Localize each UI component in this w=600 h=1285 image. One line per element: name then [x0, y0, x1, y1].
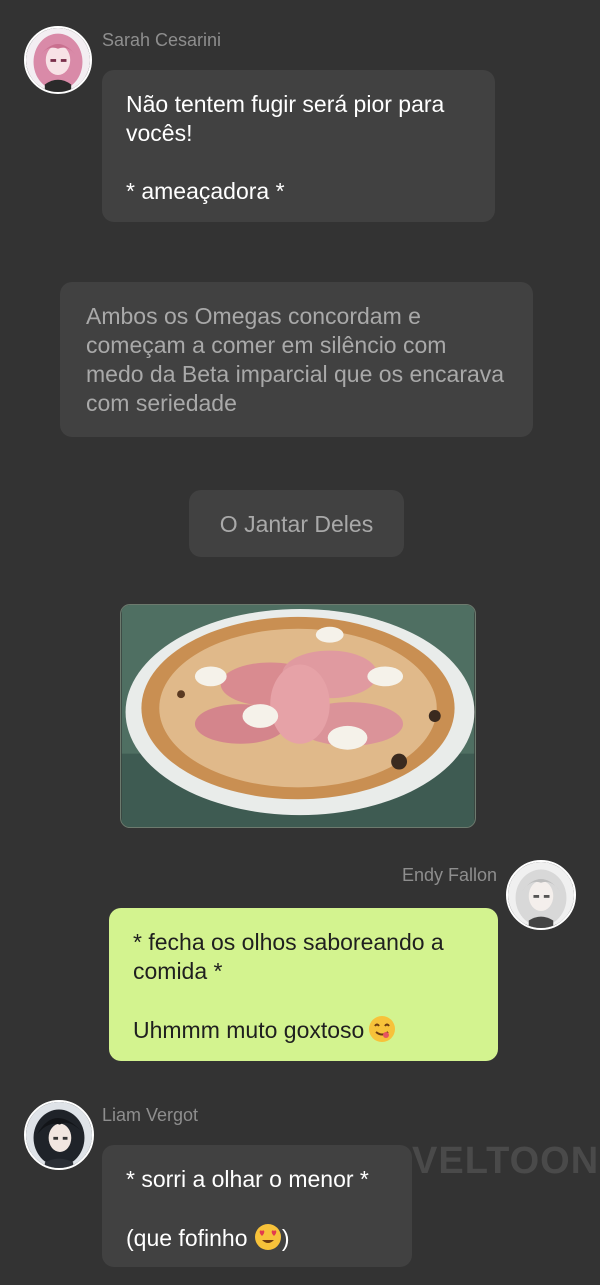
veltoon-watermark: VELTOON — [412, 1140, 600, 1182]
sarah-avatar[interactable] — [24, 26, 92, 94]
sender-name: Sarah Cesarini — [102, 30, 222, 50]
black-haired-boy-avatar-icon — [26, 1102, 92, 1168]
own-message-bubble[interactable]: * fecha os olhos saboreando a comida * U… — [109, 908, 498, 1061]
white-haired-girl-avatar-icon — [508, 862, 574, 928]
message-bubble[interactable]: Não tentem fugir será pior para vocês! *… — [102, 70, 495, 222]
chapter-title-bubble[interactable]: O Jantar Deles — [189, 490, 404, 557]
message-line: * sorri a olhar o menor * — [126, 1166, 369, 1192]
pizza-photo[interactable] — [120, 604, 476, 828]
yum-face-emoji-icon — [368, 1015, 396, 1050]
heart-eyes-emoji-icon — [254, 1223, 282, 1258]
pizza-photo-image — [121, 605, 475, 827]
endy-avatar[interactable] — [506, 860, 576, 930]
sender-name: Liam Vergot — [102, 1105, 199, 1125]
narration-bubble[interactable]: Ambos os Omegas concordam e começam a co… — [60, 282, 533, 437]
message-bubble[interactable]: * sorri a olhar o menor * (que fofinho ) — [102, 1145, 412, 1267]
message-line-text: (que fofinho — [126, 1225, 254, 1251]
pink-haired-girl-avatar-icon — [26, 28, 90, 92]
message-line-end: ) — [281, 1225, 290, 1251]
message-line: (que fofinho ) — [126, 1223, 388, 1258]
sender-name: Endy Fallon — [401, 865, 497, 885]
message-text: * fecha os olhos saboreando a comida * U… — [133, 929, 444, 1043]
liam-avatar[interactable] — [24, 1100, 94, 1170]
